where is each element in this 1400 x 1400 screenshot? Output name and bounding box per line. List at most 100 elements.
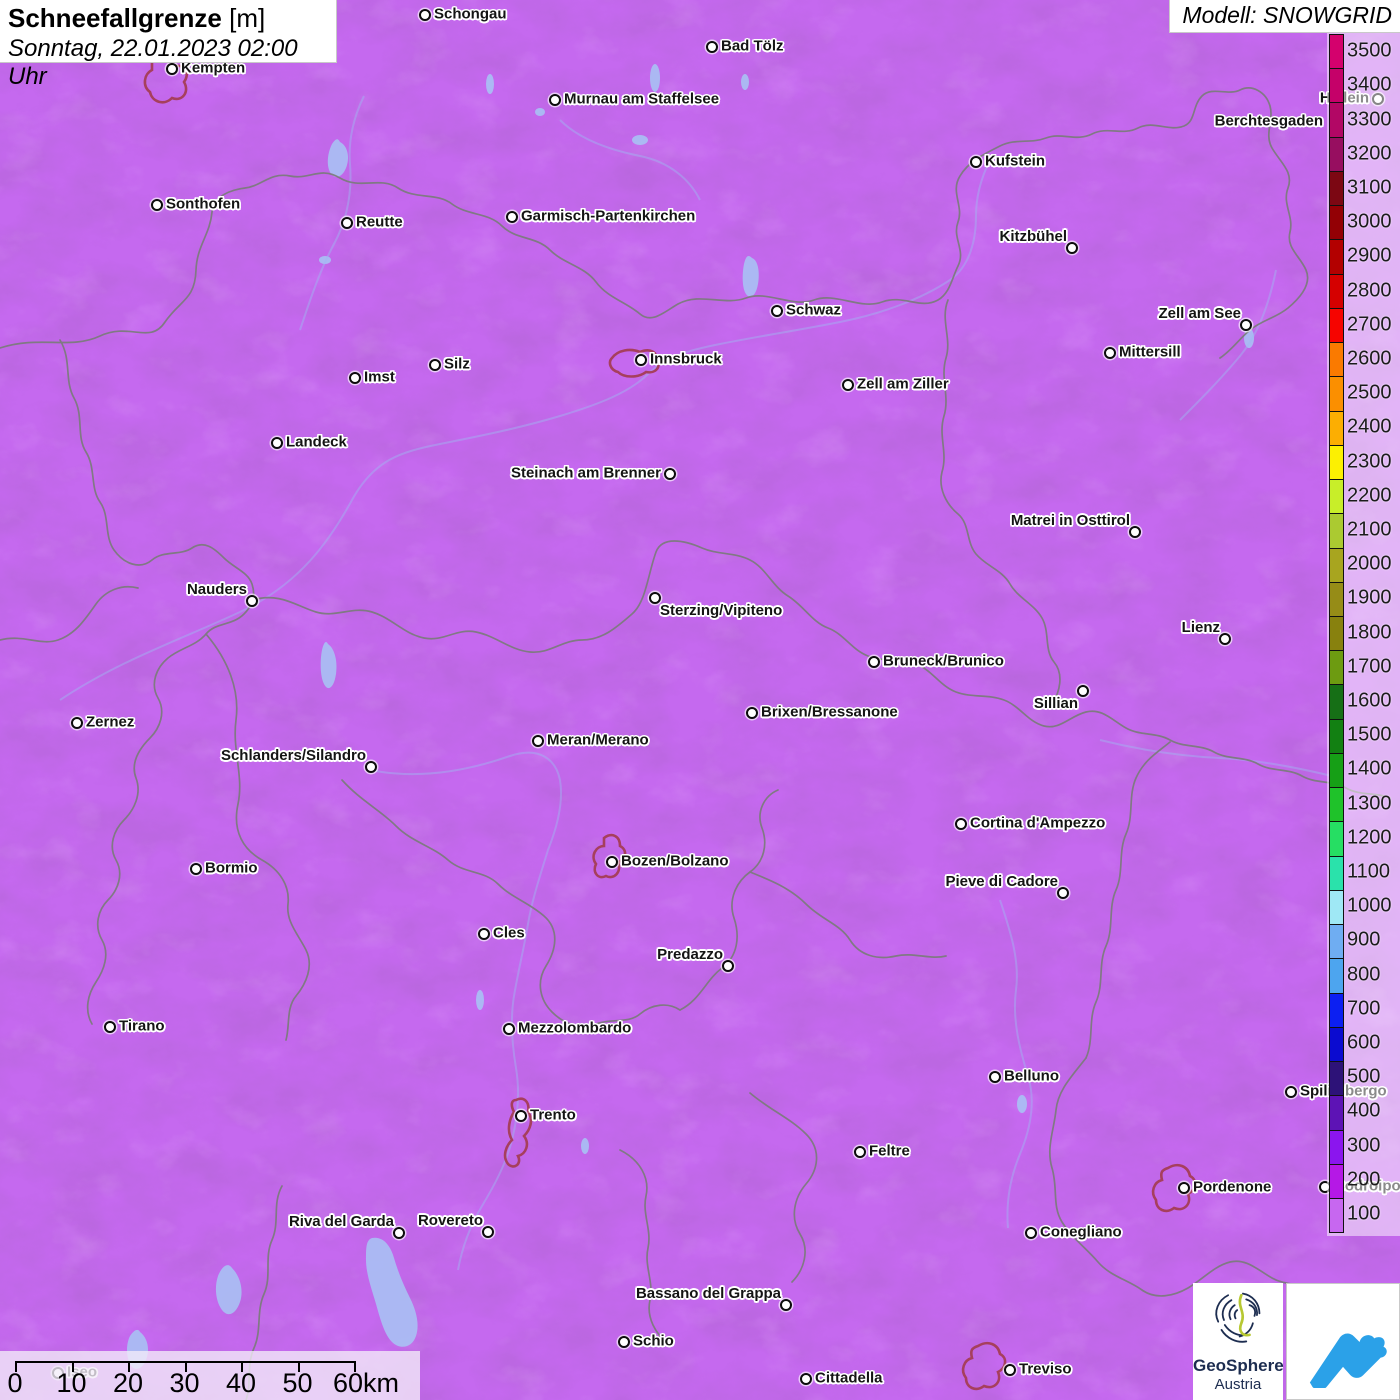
city-label: Bozen/Bolzano bbox=[621, 853, 729, 870]
city-dot bbox=[190, 863, 202, 875]
city-label: Silz bbox=[444, 356, 470, 373]
city-label: Cortina d'Ampezzo bbox=[970, 815, 1105, 832]
colorbar-label: 3500 bbox=[1347, 40, 1392, 63]
city-dot bbox=[955, 818, 967, 830]
colorbar-label: 2800 bbox=[1347, 279, 1392, 302]
city-label: Treviso bbox=[1019, 1361, 1072, 1378]
city-label: Bormio bbox=[205, 860, 258, 877]
city-label: Bruneck/Brunico bbox=[883, 653, 1004, 670]
scale-bar-label: 0 bbox=[7, 1368, 22, 1399]
city-label: Meran/Merano bbox=[547, 732, 649, 749]
colorbar-segment bbox=[1330, 480, 1343, 514]
city-dot bbox=[868, 656, 880, 668]
city-dot bbox=[365, 761, 377, 773]
colorbar-segment bbox=[1330, 891, 1343, 925]
city-dot bbox=[1104, 347, 1116, 359]
city-label: Schongau bbox=[434, 6, 507, 23]
colorbar-segment bbox=[1330, 788, 1343, 822]
colorbar-label: 900 bbox=[1347, 929, 1380, 952]
city-dot bbox=[1066, 242, 1078, 254]
city-dot bbox=[549, 94, 561, 106]
city-label: Lienz bbox=[1182, 619, 1220, 636]
colorbar-label: 1500 bbox=[1347, 724, 1392, 747]
city-dot bbox=[1077, 685, 1089, 697]
colorbar-label: 700 bbox=[1347, 997, 1380, 1020]
colorbar-label: 2100 bbox=[1347, 518, 1392, 541]
colorbar-label: 1300 bbox=[1347, 792, 1392, 815]
colorbar-segment bbox=[1330, 35, 1343, 69]
city-dot bbox=[246, 595, 258, 607]
colorbar-segment bbox=[1330, 412, 1343, 446]
city-dot bbox=[482, 1226, 494, 1238]
colorbar-label: 800 bbox=[1347, 963, 1380, 986]
city-label: Bad Tölz bbox=[721, 38, 784, 55]
colorbar-label: 2600 bbox=[1347, 347, 1392, 370]
city-label: Innsbruck bbox=[650, 351, 722, 368]
colorbar-label: 400 bbox=[1347, 1100, 1380, 1123]
city-dot bbox=[1285, 1086, 1297, 1098]
city-label: Murnau am Staffelsee bbox=[564, 91, 719, 108]
city-dot bbox=[71, 717, 83, 729]
colorbar-segment bbox=[1330, 685, 1343, 719]
city-dot bbox=[606, 856, 618, 868]
city-label: Schio bbox=[633, 1333, 674, 1350]
city-dot bbox=[1057, 887, 1069, 899]
colorbar-segment bbox=[1330, 514, 1343, 548]
city-label: Reutte bbox=[356, 214, 403, 231]
colorbar-segment bbox=[1330, 720, 1343, 754]
city-label: Conegliano bbox=[1040, 1224, 1122, 1241]
city-label: Zell am See bbox=[1158, 305, 1241, 322]
city-dot bbox=[393, 1227, 405, 1239]
city-dot bbox=[970, 156, 982, 168]
colorbar-label: 3100 bbox=[1347, 176, 1392, 199]
city-dot bbox=[1129, 526, 1141, 538]
title-unit: [m] bbox=[229, 3, 265, 33]
model-label: Modell: SNOWGRID bbox=[1169, 0, 1400, 33]
city-dot bbox=[800, 1373, 812, 1385]
city-dot bbox=[419, 9, 431, 21]
colorbar-segment bbox=[1330, 138, 1343, 172]
city-dot bbox=[854, 1146, 866, 1158]
city-dot bbox=[151, 199, 163, 211]
colorbar-label: 3200 bbox=[1347, 142, 1392, 165]
city-label: Mezzolombardo bbox=[518, 1020, 631, 1037]
city-dot bbox=[1219, 633, 1231, 645]
scale-bar-label: 10 bbox=[56, 1368, 86, 1399]
city-dot bbox=[771, 305, 783, 317]
city-label: Tirano bbox=[119, 1018, 165, 1035]
city-dot bbox=[1004, 1364, 1016, 1376]
city-label: Berchtesgaden bbox=[1215, 113, 1323, 130]
partner-logo-box bbox=[1286, 1283, 1400, 1400]
colorbar-segment bbox=[1330, 103, 1343, 137]
city-dot bbox=[104, 1021, 116, 1033]
city-label: Kufstein bbox=[985, 153, 1045, 170]
colorbar-label: 1400 bbox=[1347, 758, 1392, 781]
city-label: Zernez bbox=[86, 714, 134, 731]
colorbar-segment bbox=[1330, 1165, 1343, 1199]
colorbar-segment bbox=[1330, 549, 1343, 583]
colorbar-segment bbox=[1330, 446, 1343, 480]
colorbar-label: 2400 bbox=[1347, 416, 1392, 439]
colorbar-segment bbox=[1330, 206, 1343, 240]
geosphere-logo-icon bbox=[1205, 1287, 1271, 1353]
city-dot bbox=[989, 1071, 1001, 1083]
city-layer: SchongauBad TölzKemptenMurnau am Staffel… bbox=[0, 0, 1400, 1400]
colorbar-label: 500 bbox=[1347, 1066, 1380, 1089]
city-label: Mittersill bbox=[1119, 344, 1181, 361]
colorbar-label: 100 bbox=[1347, 1202, 1380, 1225]
colorbar-label: 2700 bbox=[1347, 313, 1392, 336]
city-dot bbox=[349, 372, 361, 384]
city-label: Trento bbox=[530, 1107, 576, 1124]
city-dot bbox=[722, 960, 734, 972]
weather-map: SchongauBad TölzKemptenMurnau am Staffel… bbox=[0, 0, 1400, 1400]
colorbar-segment bbox=[1330, 69, 1343, 103]
city-dot bbox=[271, 437, 283, 449]
scale-bar-label: 20 bbox=[113, 1368, 143, 1399]
scale-bar-label: 50 bbox=[282, 1368, 312, 1399]
colorbar-label: 2500 bbox=[1347, 382, 1392, 405]
colorbar-segment bbox=[1330, 309, 1343, 343]
geosphere-logo-box: GeoSphere Austria bbox=[1193, 1283, 1283, 1400]
colorbar-segment bbox=[1330, 1028, 1343, 1062]
city-label: Zell am Ziller bbox=[857, 376, 949, 393]
colorbar-label: 3300 bbox=[1347, 108, 1392, 131]
